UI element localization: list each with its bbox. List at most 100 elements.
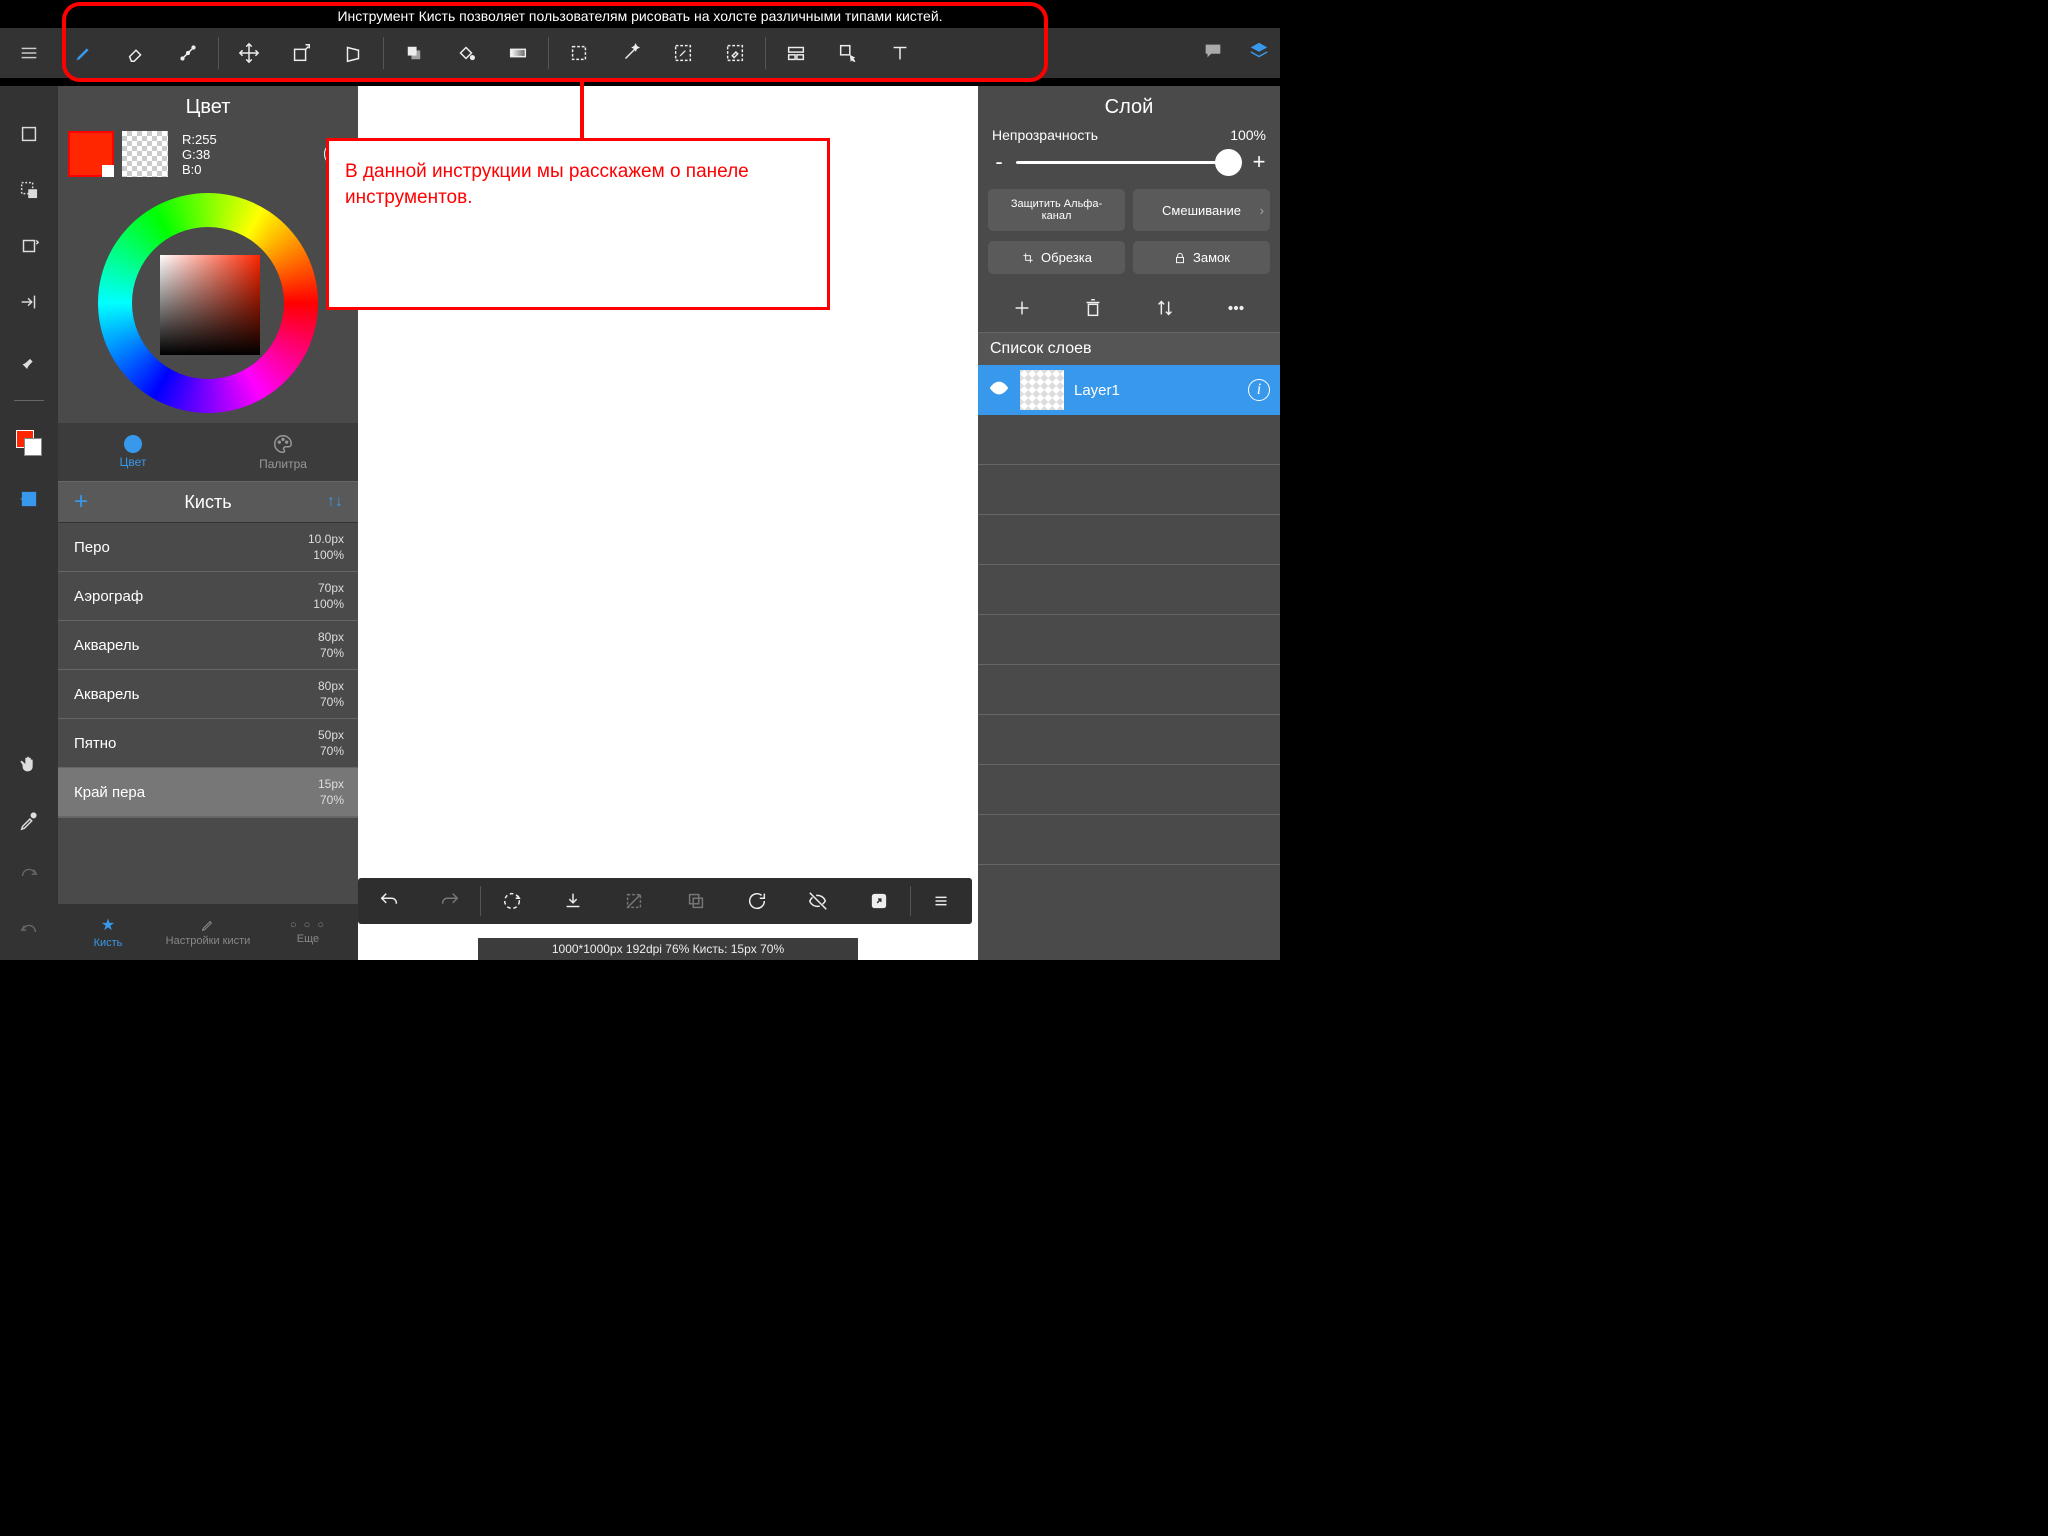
opacity-minus[interactable]: - [990,149,1008,175]
empty-layer-slot [978,515,1280,565]
add-layer-icon[interactable] [1008,294,1036,322]
annotation-text: В данной инструкции мы расскажем о панел… [326,138,830,310]
layer-panel-title: Слой [978,86,1280,127]
brush-values: 80px70% [318,678,344,710]
hide-ui-icon[interactable] [787,878,848,924]
bucket-tool-icon[interactable] [440,28,492,78]
empty-layer-slot [978,665,1280,715]
select-brush-icon[interactable] [657,28,709,78]
brush-row[interactable]: Аэрограф 70px100% [58,572,358,621]
empty-layer-slot [978,765,1280,815]
fill-tool-icon[interactable] [388,28,440,78]
more-layer-icon[interactable] [1222,294,1250,322]
stylus-icon[interactable] [0,330,58,386]
layer-thumbnail [1020,370,1064,410]
eyedropper-icon[interactable] [0,792,58,848]
opacity-value: 100% [1230,127,1266,143]
layer-info-icon[interactable]: i [1248,379,1270,401]
rotate-icon[interactable] [0,218,58,274]
brush-values: 70px100% [313,580,344,612]
sort-brush-icon[interactable]: ↑↓ [312,493,358,511]
color-square[interactable] [160,255,260,355]
brush-name: Акварель [74,637,139,654]
select-rect-icon[interactable] [553,28,605,78]
layer-name: Layer1 [1074,382,1120,399]
brush-name: Пятно [74,735,116,752]
copy-icon[interactable] [665,878,726,924]
tab-brush-settings[interactable]: Настройки кисти [158,904,258,960]
gradient-tool-icon[interactable] [492,28,544,78]
tab-brush[interactable]: ★ Кисть [58,904,158,960]
chat-icon[interactable] [1202,40,1224,67]
hand-tool-icon[interactable] [0,736,58,792]
redo-icon[interactable] [0,848,58,904]
brush-row[interactable]: Акварель 80px70% [58,621,358,670]
empty-layer-slot [978,465,1280,515]
empty-layer-slot [978,565,1280,615]
layer-row[interactable]: Layer1 i [978,365,1280,415]
move-tool-icon[interactable] [223,28,275,78]
tab-palette[interactable]: Палитра [208,423,358,481]
crop-button[interactable]: Обрезка [988,241,1125,274]
brush-row[interactable]: Край пера 15px70% [58,768,358,817]
brush-row[interactable]: Акварель 80px70% [58,670,358,719]
brush-header: + Кисть ↑↓ [58,481,358,523]
redo-button[interactable] [419,878,480,924]
selection-layer-icon[interactable] [0,162,58,218]
layer-panel: Слой Непрозрачность 100% - + Защитить Ал… [978,86,1280,960]
color-panel: Цвет R:255 G:38 B:0 i Цвет Палитра [58,86,358,960]
brush-row[interactable]: Пятно 50px70% [58,719,358,768]
magic-wand-icon[interactable] [605,28,657,78]
reference-icon[interactable] [0,471,58,527]
reorder-layer-icon[interactable] [1151,294,1179,322]
select-eraser-icon[interactable] [709,28,761,78]
empty-layer-slot [978,615,1280,665]
deselect-icon[interactable] [604,878,665,924]
brush-row[interactable]: Перо 10.0px100% [58,523,358,572]
annotation-connector [580,82,584,140]
dot-brush-icon[interactable] [162,28,214,78]
transform-tool-icon[interactable] [275,28,327,78]
frame-divide-icon[interactable] [770,28,822,78]
background-swatch[interactable] [122,131,168,177]
fullscreen-icon[interactable] [849,878,910,924]
save-icon[interactable] [543,878,604,924]
brush-name: Акварель [74,686,139,703]
add-brush-icon[interactable]: + [58,488,104,516]
brush-name: Аэрограф [74,588,143,605]
brush-tool-icon[interactable] [58,28,110,78]
color-panel-title: Цвет [58,86,358,127]
delete-layer-icon[interactable] [1079,294,1107,322]
rotate-canvas-icon[interactable] [481,878,542,924]
opacity-plus[interactable]: + [1250,149,1268,175]
tab-color[interactable]: Цвет [58,423,208,481]
lock-button[interactable]: Замок [1133,241,1270,274]
foreground-swatch[interactable] [68,131,114,177]
left-rail [0,86,58,960]
status-bar: 1000*1000px 192dpi 76% Кисть: 15px 70% [478,938,858,960]
eraser-tool-icon[interactable] [110,28,162,78]
opacity-label: Непрозрачность [992,127,1098,143]
color-swap-icon[interactable] [0,415,58,471]
brush-values: 10.0px100% [308,531,344,563]
brush-header-title: Кисть [104,492,312,513]
menu-button[interactable] [0,28,58,78]
text-tool-icon[interactable] [874,28,926,78]
canvas-size-icon[interactable] [0,106,58,162]
brush-values: 80px70% [318,629,344,661]
protect-alpha-button[interactable]: Защитить Альфа-канал [988,189,1125,231]
layer-visibility-icon[interactable] [988,377,1010,404]
layers-icon[interactable] [1248,40,1270,67]
reset-rotation-icon[interactable] [726,878,787,924]
brush-values: 50px70% [318,727,344,759]
bottom-menu-icon[interactable] [911,878,972,924]
undo-button[interactable] [358,878,419,924]
tab-more[interactable]: ○ ○ ○ Еще [258,904,358,960]
perspective-tool-icon[interactable] [327,28,379,78]
flip-icon[interactable] [0,274,58,330]
cursor-select-icon[interactable] [822,28,874,78]
blend-mode-button[interactable]: Смешивание› [1133,189,1270,231]
undo-icon[interactable] [0,904,58,960]
color-wheel[interactable] [98,193,318,413]
opacity-slider[interactable] [1016,161,1242,164]
